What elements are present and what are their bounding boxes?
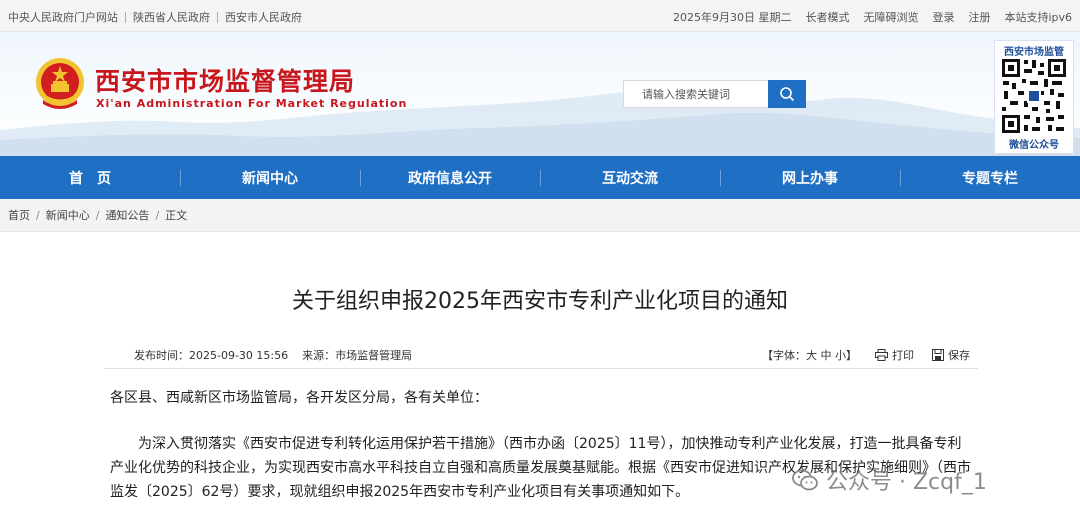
search-button[interactable] [768,80,806,108]
nav-item-interaction[interactable]: 互动交流 [540,156,720,199]
search-icon [780,87,795,102]
link-shaanxi-gov[interactable]: 陕西省人民政府 [133,9,210,25]
breadcrumb: 首页 / 新闻中心 / 通知公告 / 正文 [0,199,1080,232]
article-salutation: 各区县、西咸新区市场监管局，各开发区分局，各有关单位： [110,390,488,406]
top-right-tools: 2025年9月30日 星期二 长者模式 无障碍浏览 登录 注册 本站支持ipv6 [673,9,1072,25]
breadcrumb-separator: / [36,208,40,222]
link-xian-gov[interactable]: 西安市人民政府 [225,9,302,25]
article-source: 来源：市场监督管理局 [302,349,413,362]
font-size-selector[interactable]: 【字体：大 中 小】 [762,347,857,363]
watermark-text: 公众号 · Zcqf_1 [826,470,987,495]
article-meta: 发布时间：2025-09-30 15:56 来源：市场监督管理局 【字体：大 中… [104,339,978,369]
main-nav: 首 页 新闻中心 政府信息公开 互动交流 网上办事 专题专栏 [0,156,1080,199]
login-link[interactable]: 登录 [932,9,954,25]
gov-links: 中央人民政府门户网站 陕西省人民政府 西安市人民政府 [8,9,302,25]
breadcrumb-current: 正文 [165,209,188,222]
save-icon [932,349,944,361]
nav-item-home[interactable]: 首 页 [0,156,180,199]
site-subtitle: Xi'an Administration For Market Regulati… [96,97,408,110]
printer-icon [875,349,888,361]
divider [125,11,126,23]
search-box [623,80,806,108]
print-label: 打印 [892,349,914,362]
national-emblem-icon [36,58,84,109]
save-label: 保存 [948,349,970,362]
qr-footer: 微信公众号 [1009,140,1059,151]
register-link[interactable]: 注册 [968,9,990,25]
breadcrumb-separator: / [155,208,160,222]
top-bar: 中央人民政府门户网站 陕西省人民政府 西安市人民政府 2025年9月30日 星期… [0,0,1080,32]
qr-title: 西安市场监管 [1004,47,1064,58]
site-title[interactable]: 西安市市场监督管理局 [95,62,355,98]
breadcrumb-news[interactable]: 新闻中心 [46,207,90,223]
nav-item-gov-info[interactable]: 政府信息公开 [360,156,540,199]
elder-mode-link[interactable]: 长者模式 [805,9,849,25]
wechat-icon [792,469,818,491]
breadcrumb-notices[interactable]: 通知公告 [105,207,149,223]
accessible-link[interactable]: 无障碍浏览 [863,9,918,25]
nav-item-topics[interactable]: 专题专栏 [900,156,1080,199]
wechat-qr-panel: 西安市场监管 微信公众号 [994,40,1074,154]
divider [217,11,218,23]
save-button[interactable]: 保存 [932,347,970,363]
breadcrumb-home[interactable]: 首页 [8,207,30,223]
nav-item-news[interactable]: 新闻中心 [180,156,360,199]
link-central-gov[interactable]: 中央人民政府门户网站 [8,9,118,25]
print-button[interactable]: 打印 [875,347,914,363]
breadcrumb-separator: / [95,208,100,222]
nav-item-online-services[interactable]: 网上办事 [720,156,900,199]
article-title: 关于组织申报2025年西安市专利产业化项目的通知 [292,289,788,314]
ipv6-label: 本站支持ipv6 [1004,11,1072,24]
publish-time: 发布时间：2025-09-30 15:56 [134,349,289,362]
qr-code-icon [1000,57,1068,135]
current-date: 2025年9月30日 星期二 [672,11,792,24]
wechat-watermark: 公众号 · Zcqf_1 [792,464,987,496]
search-input[interactable] [623,80,768,108]
site-header: 西安市市场监督管理局 Xi'an Administration For Mark… [0,32,1080,156]
